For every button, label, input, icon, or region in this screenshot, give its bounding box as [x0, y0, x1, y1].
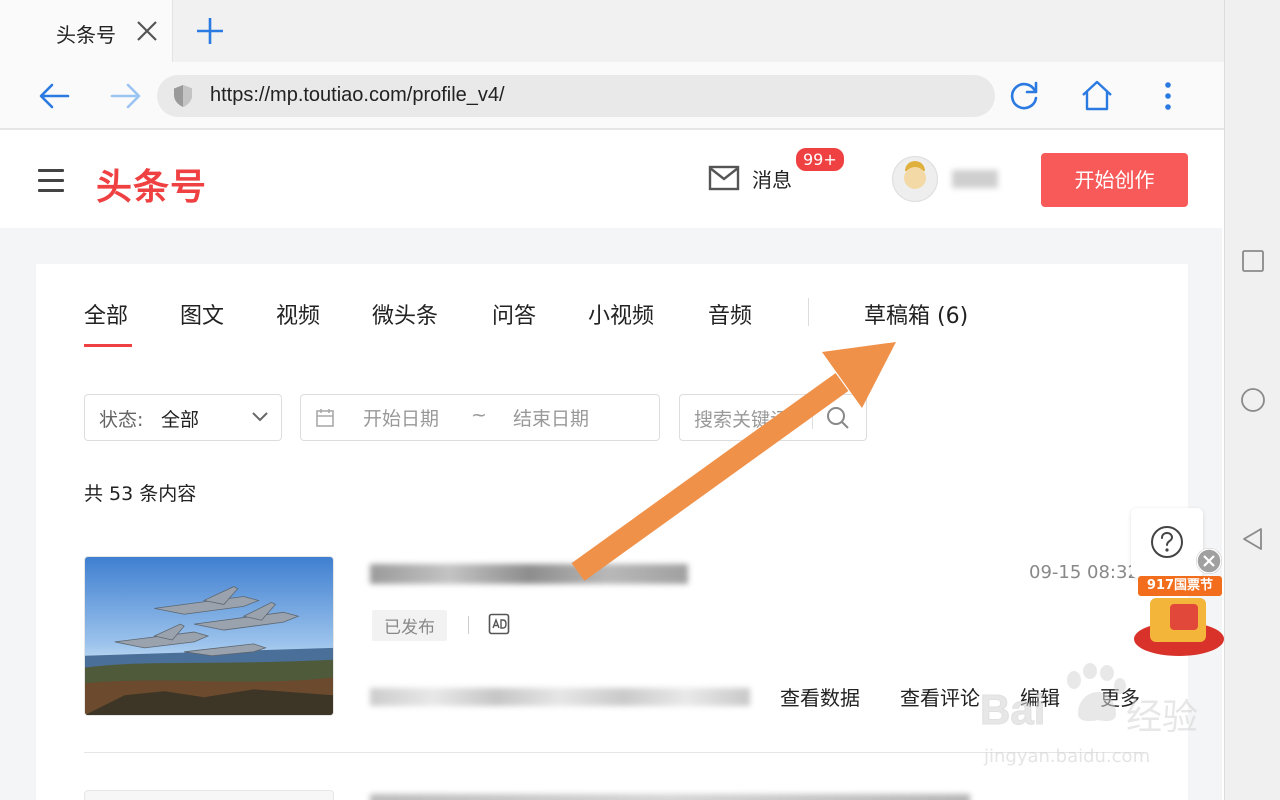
search-divider [812, 407, 813, 429]
watermark-url: jingyan.baidu.com [984, 746, 1151, 767]
close-icon[interactable] [134, 18, 160, 44]
home-circle-icon[interactable] [1240, 387, 1266, 413]
date-separator: ~ [471, 404, 487, 426]
tab-articles[interactable]: 图文 [180, 298, 224, 330]
article-title-blurred[interactable] [370, 564, 688, 584]
baidu-watermark: Bai 经验 jingyan.baidu.com [979, 660, 1220, 780]
article-title-2-blurred[interactable] [370, 794, 970, 800]
avatar[interactable] [892, 156, 938, 202]
date-range-picker[interactable]: 开始日期 ~ 结束日期 [300, 394, 660, 441]
forward-arrow-icon[interactable] [108, 78, 144, 114]
view-comments-link[interactable]: 查看评论 [900, 682, 980, 711]
reload-icon[interactable] [1006, 78, 1042, 114]
view-data-link[interactable]: 查看数据 [780, 682, 860, 711]
browser-tab[interactable]: 头条号 [0, 0, 173, 62]
system-nav-bar [1224, 0, 1280, 800]
tab-audio[interactable]: 音频 [708, 298, 752, 330]
article-stats-blurred [370, 688, 750, 706]
article-thumbnail-2[interactable] [84, 790, 334, 800]
status-label: 状态: [99, 409, 144, 431]
browser-tab-bar: 头条号 [0, 0, 1224, 62]
recents-icon[interactable] [1240, 248, 1266, 274]
messages-badge: 99+ [794, 146, 846, 173]
question-icon [1151, 526, 1183, 558]
messages-label: 消息 [752, 168, 792, 192]
promo-widget[interactable]: 917国票节 [1132, 548, 1224, 660]
paw-icon [1067, 663, 1126, 722]
red-packet-icon [1170, 604, 1198, 630]
close-icon[interactable] [1196, 548, 1222, 574]
tab-title: 头条号 [56, 23, 116, 47]
new-tab-icon[interactable] [195, 16, 225, 46]
tab-qa[interactable]: 问答 [492, 298, 536, 330]
mail-icon [708, 165, 740, 191]
tab-drafts[interactable]: 草稿箱 (6) [864, 298, 968, 330]
username-blurred[interactable] [952, 170, 998, 188]
watermark-logo: Bai [979, 686, 1046, 734]
tab-micro-posts[interactable]: 微头条 [372, 298, 438, 330]
end-date-field[interactable]: 结束日期 [513, 404, 589, 431]
url-text: https://mp.toutiao.com/profile_v4/ [210, 84, 505, 106]
back-triangle-icon[interactable] [1240, 526, 1266, 552]
start-date-field[interactable]: 开始日期 [363, 404, 439, 431]
content-count: 共 53 条内容 [84, 483, 197, 505]
publish-time: 09-15 08:32 [1029, 562, 1139, 583]
tab-short-videos[interactable]: 小视频 [588, 298, 654, 330]
search-icon[interactable] [826, 406, 850, 430]
chevron-down-icon [252, 412, 268, 422]
calendar-icon [316, 409, 334, 427]
tab-videos[interactable]: 视频 [276, 298, 320, 330]
back-arrow-icon[interactable] [36, 78, 72, 114]
tab-all[interactable]: 全部 [84, 298, 128, 330]
status-badge: 已发布 [372, 610, 447, 641]
search-input[interactable]: 搜索关键词 [694, 405, 806, 432]
meta-divider [468, 616, 469, 634]
watermark-logo-cn: 经验 [1126, 697, 1199, 738]
shield-icon [174, 85, 192, 107]
article-thumbnail[interactable] [84, 556, 334, 716]
content-tabs: 全部 图文 视频 微头条 问答 小视频 音频 草稿箱 (6) [36, 298, 1188, 358]
start-creating-button[interactable]: 开始创作 [1041, 153, 1188, 207]
browser-toolbar: https://mp.toutiao.com/profile_v4/ [0, 62, 1224, 130]
ad-icon [488, 613, 510, 635]
promo-banner: 917国票节 [1138, 576, 1222, 596]
address-bar[interactable]: https://mp.toutiao.com/profile_v4/ [157, 75, 995, 117]
tab-divider [808, 298, 809, 326]
site-header: 头条号 消息 99+ 开始创作 [0, 132, 1222, 228]
status-value: 全部 [161, 409, 200, 431]
more-menu-icon[interactable] [1150, 78, 1186, 114]
search-box[interactable]: 搜索关键词 [679, 394, 867, 441]
home-icon[interactable] [1079, 78, 1115, 114]
status-select[interactable]: 状态: 全部 [84, 394, 282, 441]
hamburger-menu-icon[interactable] [38, 169, 64, 193]
active-tab-indicator [84, 344, 132, 347]
site-logo[interactable]: 头条号 [96, 158, 207, 210]
